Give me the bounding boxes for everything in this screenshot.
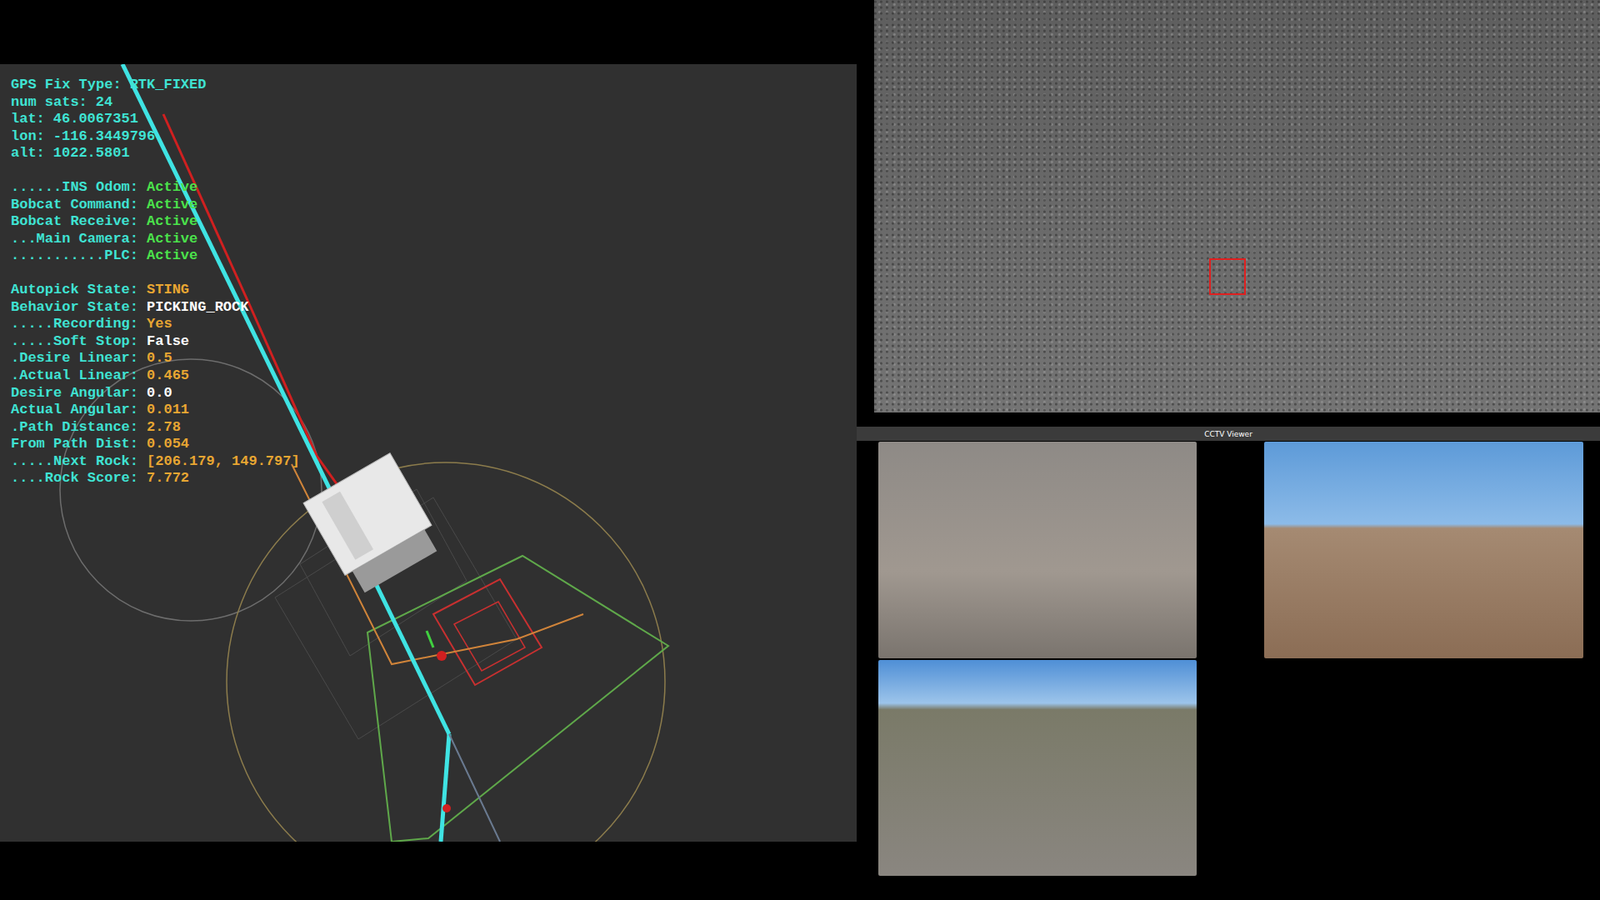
cctv-feed[interactable] — [878, 660, 1197, 876]
status-label: GPS Fix Type: — [10, 76, 122, 93]
status-line: Bobcat Receive: Active — [10, 213, 300, 231]
status-group: Autopick State: STING Behavior State: PICKI… — [10, 281, 300, 488]
status-line: .Path Distance: 2.78 — [10, 419, 300, 437]
status-value: RTK_FIXED — [130, 76, 207, 93]
status-value: 24 — [95, 94, 113, 110]
status-label: Desire Angular: — [10, 385, 139, 401]
status-value: 2.78 — [146, 419, 181, 435]
status-line: Actual Angular: 0.011 — [10, 401, 300, 420]
status-label: ...Main Camera: — [10, 230, 139, 247]
map-visualization[interactable]: GPS Fix Type: RTK_FIXEDnum sats: 24 lat: 46.… — [0, 64, 857, 842]
status-value: 7.772 — [146, 470, 190, 486]
status-label: Bobcat Receive: — [10, 213, 139, 230]
status-label: ...........PLC: — [10, 247, 139, 264]
status-value: 0.011 — [146, 401, 190, 418]
status-label: Bobcat Command: — [10, 196, 139, 213]
status-group: GPS Fix Type: RTK_FIXEDnum sats: 24 lat: 46.… — [10, 76, 300, 163]
status-label: num sats: — [10, 94, 88, 110]
robot-monitor: GPS Fix Type: RTK_FIXEDnum sats: 24 lat: 46.… — [0, 0, 1600, 900]
cctv-title: CCTV Viewer — [1204, 430, 1253, 439]
cctv-title-bar: CCTV Viewer — [856, 426, 1600, 441]
status-overlay: GPS Fix Type: RTK_FIXEDnum sats: 24 lat: 46.… — [10, 76, 300, 488]
status-value: 0.0 — [146, 385, 173, 401]
status-value: Active — [146, 196, 198, 213]
status-group: ......INS Odom: Active Bobcat Command: Acti… — [10, 179, 300, 265]
status-label: ....Rock Score: — [10, 470, 139, 486]
camera-frustum — [367, 555, 669, 842]
status-value: False — [146, 333, 190, 350]
status-line: alt: 1022.5801 — [10, 145, 300, 163]
status-label: ......INS Odom: — [10, 179, 139, 195]
status-line: .Actual Linear: 0.465 — [10, 367, 300, 385]
status-value: 46.0067351 — [53, 110, 139, 127]
status-label: .Actual Linear: — [10, 367, 139, 384]
goal-marker-icon — [442, 804, 451, 813]
status-value: Active — [146, 179, 198, 195]
status-value: PICKING_ROCK — [146, 299, 249, 315]
viz-column: GPS Fix Type: RTK_FIXEDnum sats: 24 lat: 46.… — [0, 0, 857, 900]
status-value: [206.179, 149.797] — [146, 453, 300, 470]
heading-line — [449, 734, 500, 842]
status-value: -116.3449796 — [53, 128, 155, 145]
status-value: 0.5 — [146, 350, 173, 366]
robot-icon — [303, 453, 445, 598]
status-label: Actual Angular: — [10, 401, 139, 418]
status-label: From Path Dist: — [10, 435, 139, 452]
status-label: .....Recording: — [10, 315, 139, 332]
status-label: .Path Distance: — [10, 419, 139, 435]
status-line: Autopick State: STING — [10, 281, 300, 300]
status-line: lat: 46.0067351 — [10, 110, 300, 129]
status-line: ...Main Camera: Active — [10, 230, 300, 249]
planned-path — [122, 64, 450, 735]
cctv-feed[interactable] — [878, 441, 1197, 659]
status-line: lon: -116.3449796 — [10, 128, 300, 146]
pick-zone — [433, 579, 542, 685]
cctv-feed[interactable] — [1264, 441, 1584, 659]
status-label: Autopick State: — [10, 281, 139, 298]
planned-path-end — [440, 734, 450, 842]
status-label: .Desire Linear: — [10, 350, 139, 366]
status-line: ......INS Odom: Active — [10, 179, 300, 197]
status-label: .....Soft Stop: — [10, 333, 139, 350]
pick-circle — [226, 462, 665, 842]
status-line: Desire Angular: 0.0 — [10, 385, 300, 403]
status-value: Active — [146, 213, 198, 230]
status-value: Active — [146, 230, 198, 247]
status-value: 0.465 — [146, 367, 190, 384]
status-line: .....Soft Stop: False — [10, 333, 300, 351]
status-line: ...........PLC: Active — [10, 247, 300, 265]
pick-zone-inner — [454, 601, 525, 671]
cctv-grid — [856, 440, 1600, 876]
status-label: .....Next Rock: — [10, 453, 139, 470]
cctv-empty-slot — [1264, 660, 1584, 876]
status-line: Behavior State: PICKING_ROCK — [10, 299, 300, 317]
status-line: num sats: 24 — [10, 94, 300, 112]
status-value: STING — [146, 281, 190, 298]
main-camera-feed — [874, 0, 1600, 413]
status-line: Bobcat Command: Active — [10, 196, 300, 215]
rock-marker-icon — [436, 650, 447, 661]
status-line: .Desire Linear: 0.5 — [10, 350, 300, 368]
status-line: From Path Dist: 0.054 — [10, 435, 300, 454]
camera-column: CCTV Viewer — [856, 0, 1600, 900]
status-value: 1022.5801 — [53, 145, 130, 161]
status-line: ....Rock Score: 7.772 — [10, 470, 300, 488]
status-line: .....Recording: Yes — [10, 315, 300, 334]
status-label: Behavior State: — [10, 299, 139, 315]
status-value: Yes — [146, 315, 173, 332]
status-value: Active — [146, 247, 198, 264]
status-value: 0.054 — [146, 435, 190, 452]
status-label: lon: — [10, 128, 45, 145]
rock-detection-box — [1209, 258, 1246, 295]
axis-icon — [426, 630, 434, 648]
status-line: GPS Fix Type: RTK_FIXED — [10, 76, 300, 95]
status-line: .....Next Rock: [206.179, 149.797] — [10, 453, 300, 471]
status-label: alt: — [10, 145, 45, 161]
status-label: lat: — [10, 110, 45, 127]
